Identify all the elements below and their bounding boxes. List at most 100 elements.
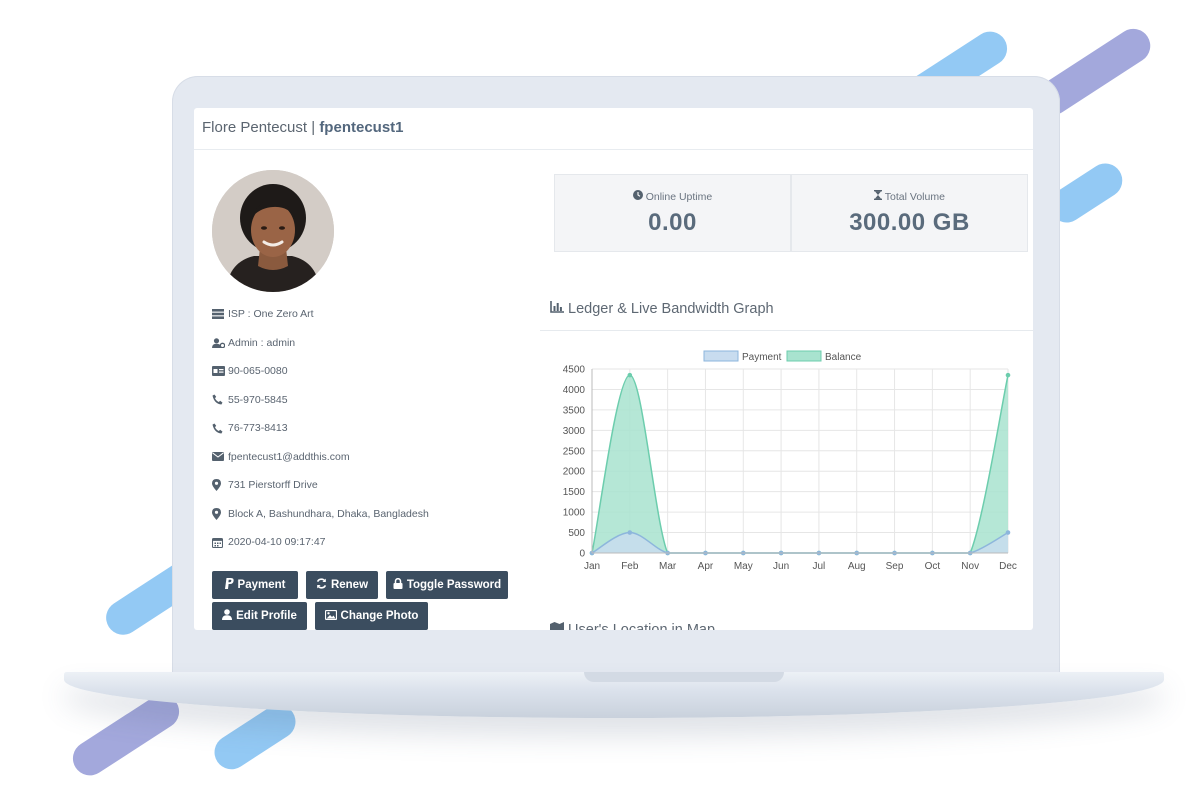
online-uptime-label: Online Uptime bbox=[555, 190, 790, 203]
x-tick-label: Feb bbox=[621, 561, 639, 572]
info-area: Block A, Bashundhara, Dhaka, Bangladesh bbox=[212, 500, 429, 529]
info-text: ISP : One Zero Art bbox=[228, 308, 314, 321]
payment-button[interactable]: Payment bbox=[212, 571, 298, 599]
info-admin: Admin : admin bbox=[212, 329, 429, 358]
y-tick-label: 2000 bbox=[563, 467, 586, 478]
avatar bbox=[212, 170, 334, 292]
clock-icon bbox=[632, 190, 643, 203]
header-separator: | bbox=[311, 119, 316, 136]
info-date: 2020-04-10 09:17:47 bbox=[212, 528, 429, 557]
y-tick-label: 3500 bbox=[563, 405, 586, 416]
x-tick-label: Sep bbox=[886, 561, 904, 572]
online-uptime-value: 0.00 bbox=[648, 209, 697, 236]
y-tick-label: 3000 bbox=[563, 426, 586, 437]
ledger-title-text: Ledger & Live Bandwidth Graph bbox=[568, 301, 774, 317]
edit-profile-button[interactable]: Edit Profile bbox=[212, 602, 307, 630]
y-tick-label: 4000 bbox=[563, 385, 586, 396]
map-icon bbox=[550, 622, 564, 630]
section-divider bbox=[540, 330, 1033, 331]
info-phone-1: 55-970-5845 bbox=[212, 386, 429, 415]
calendar-icon bbox=[212, 537, 226, 548]
series-area-balance bbox=[592, 375, 1008, 553]
ledger-section-title: Ledger & Live Bandwidth Graph bbox=[550, 301, 774, 317]
x-tick-label: Apr bbox=[698, 561, 714, 572]
info-text: 2020-04-10 09:17:47 bbox=[228, 536, 326, 549]
info-id: 90-065-0080 bbox=[212, 357, 429, 386]
legend-swatch-payment bbox=[703, 350, 739, 362]
map-section-title: User's Location in Map bbox=[550, 622, 715, 630]
info-text: 55-970-5845 bbox=[228, 393, 288, 406]
change-photo-button[interactable]: Change Photo bbox=[315, 602, 428, 630]
x-tick-label: Jan bbox=[584, 561, 600, 572]
image-icon bbox=[324, 609, 337, 623]
laptop-base bbox=[64, 672, 1164, 718]
server-icon bbox=[212, 309, 226, 320]
legend-swatch-balance bbox=[786, 350, 822, 362]
map-marker-icon bbox=[212, 479, 226, 492]
x-tick-label: Jul bbox=[813, 561, 826, 572]
info-phone-2: 76-773-8413 bbox=[212, 414, 429, 443]
renew-button[interactable]: Renew bbox=[306, 571, 378, 599]
data-point-payment bbox=[1005, 530, 1011, 535]
id-card-icon bbox=[212, 366, 226, 377]
total-volume-card: Total Volume 300.00 GB bbox=[791, 174, 1028, 252]
info-text: Admin : admin bbox=[228, 336, 296, 349]
data-point-balance bbox=[1005, 372, 1011, 378]
toggle-password-button[interactable]: Toggle Password bbox=[386, 571, 508, 599]
page-header: Flore Pentecust | fpentecust1 bbox=[194, 108, 1033, 150]
x-tick-label: May bbox=[734, 561, 753, 572]
edit-profile-button-label: Edit Profile bbox=[236, 610, 297, 622]
map-marker-icon bbox=[212, 507, 226, 520]
x-tick-label: Dec bbox=[999, 561, 1017, 572]
data-point-payment bbox=[627, 530, 633, 535]
paypal-icon bbox=[224, 578, 234, 592]
info-email: fpentecust1@addthis.com bbox=[212, 443, 429, 472]
toggle-password-button-label: Toggle Password bbox=[406, 579, 502, 591]
y-tick-label: 2500 bbox=[563, 446, 586, 457]
customer-name: Flore Pentecust bbox=[202, 119, 308, 136]
phone-icon bbox=[212, 423, 226, 434]
legend-label-balance: Balance bbox=[825, 352, 862, 363]
total-volume-value: 300.00 GB bbox=[849, 209, 970, 236]
avatar-photo bbox=[212, 170, 334, 292]
envelope-icon bbox=[212, 452, 226, 462]
chart-area-icon bbox=[550, 301, 564, 317]
x-tick-label: Aug bbox=[848, 561, 866, 572]
online-uptime-card: Online Uptime 0.00 bbox=[554, 174, 791, 252]
info-isp: ISP : One Zero Art bbox=[212, 300, 429, 329]
x-tick-label: Oct bbox=[925, 561, 941, 572]
user-icon bbox=[222, 609, 233, 623]
customer-info-list: ISP : One Zero Art Admin : admin 90-065-… bbox=[212, 300, 429, 557]
laptop-screen: Flore Pentecust | fpentecust1 ISP : One … bbox=[194, 108, 1033, 630]
y-tick-label: 0 bbox=[579, 549, 585, 560]
info-text: 731 Pierstorff Drive bbox=[228, 479, 318, 492]
y-tick-label: 1000 bbox=[563, 508, 586, 519]
info-text: fpentecust1@addthis.com bbox=[228, 450, 350, 463]
y-tick-label: 500 bbox=[568, 528, 585, 539]
total-volume-label-text: Total Volume bbox=[884, 191, 945, 203]
renew-button-label: Renew bbox=[330, 579, 369, 591]
customer-username: fpentecust1 bbox=[319, 119, 404, 136]
info-text: Block A, Bashundhara, Dhaka, Bangladesh bbox=[228, 507, 429, 520]
user-cog-icon bbox=[212, 337, 226, 348]
ledger-bandwidth-chart: 0 500 1000 1500 2000 2500 3000 3500 4000 4500 Jan F… bbox=[563, 350, 1017, 572]
change-photo-button-label: Change Photo bbox=[340, 610, 419, 622]
info-text: 90-065-0080 bbox=[228, 365, 288, 378]
info-text: 76-773-8413 bbox=[228, 422, 288, 435]
lock-icon bbox=[393, 577, 403, 592]
legend-label-payment: Payment bbox=[742, 352, 782, 363]
map-title-text: User's Location in Map bbox=[568, 622, 716, 630]
info-address: 731 Pierstorff Drive bbox=[212, 471, 429, 500]
phone-icon bbox=[212, 394, 226, 405]
hourglass-icon bbox=[874, 190, 883, 203]
x-tick-label: Nov bbox=[961, 561, 979, 572]
total-volume-label: Total Volume bbox=[792, 190, 1027, 203]
x-tick-label: Jun bbox=[773, 561, 789, 572]
laptop-notch bbox=[584, 672, 784, 682]
payment-button-label: Payment bbox=[237, 579, 286, 591]
y-tick-label: 1500 bbox=[563, 487, 586, 498]
y-tick-label: 4500 bbox=[563, 365, 586, 376]
online-uptime-label-text: Online Uptime bbox=[645, 191, 713, 203]
data-point-balance bbox=[627, 372, 633, 378]
sync-icon bbox=[316, 578, 327, 592]
